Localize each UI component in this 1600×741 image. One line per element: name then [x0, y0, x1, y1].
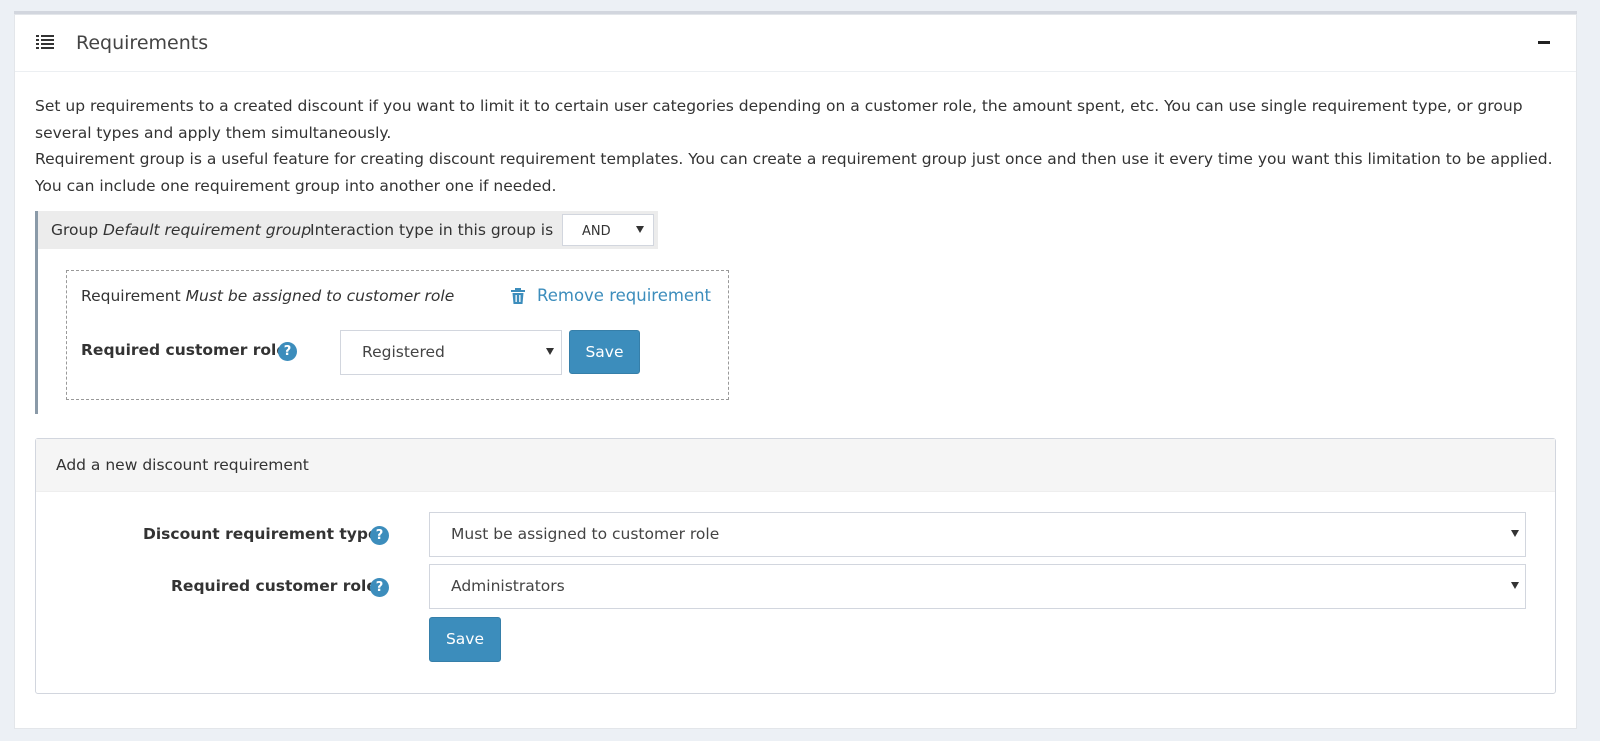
intro-paragraph-2: Requirement group is a useful feature fo…: [35, 150, 1553, 195]
discount-requirement-type-label: Discount requirement type: [143, 525, 379, 543]
requirement-group: Group Default requirement group Interact…: [35, 211, 735, 414]
group-prefix: Group: [51, 221, 99, 239]
interaction-type-select[interactable]: AND: [562, 214, 654, 246]
add-requirement-box: Add a new discount requirement Discount …: [35, 438, 1556, 694]
caret-down-icon: [1511, 582, 1519, 589]
minus-icon[interactable]: [1536, 34, 1552, 50]
requirement-title: Requirement Must be assigned to customer…: [81, 287, 454, 305]
list-icon: [36, 35, 54, 49]
intro-text: Set up requirements to a created discoun…: [35, 93, 1555, 199]
required-customer-role-label: Required customer role: [171, 577, 377, 595]
help-icon[interactable]: ?: [370, 578, 389, 597]
caret-down-icon: [546, 348, 554, 355]
add-requirement-header: Add a new discount requirement: [36, 439, 1555, 492]
requirement-type-select[interactable]: Must be assigned to customer role: [429, 512, 1526, 557]
customer-role-value: Registered: [362, 343, 445, 361]
customer-role-select[interactable]: Registered: [340, 330, 562, 375]
new-customer-role-value: Administrators: [451, 577, 565, 595]
required-customer-role-label: Required customer role: [81, 341, 287, 359]
requirement-type-value: Must be assigned to customer role: [451, 525, 720, 543]
trash-icon[interactable]: [511, 288, 525, 304]
help-icon[interactable]: ?: [370, 526, 389, 545]
intro-paragraph-1: Set up requirements to a created discoun…: [35, 97, 1523, 142]
panel-title: Requirements: [76, 32, 209, 54]
panel-heading[interactable]: Requirements: [15, 15, 1576, 72]
save-requirement-button[interactable]: Save: [569, 330, 640, 374]
new-customer-role-select[interactable]: Administrators: [429, 564, 1526, 609]
caret-down-icon: [636, 226, 644, 233]
requirement-name: Must be assigned to customer role: [185, 287, 455, 305]
requirement-prefix: Requirement: [81, 287, 181, 305]
caret-down-icon: [1511, 530, 1519, 537]
requirement-box: Requirement Must be assigned to customer…: [66, 270, 729, 400]
group-name: Default requirement group: [103, 221, 312, 239]
save-new-requirement-button[interactable]: Save: [429, 617, 501, 662]
group-header: Group Default requirement group Interact…: [38, 211, 658, 249]
interaction-type-value: AND: [582, 224, 611, 239]
remove-requirement-link[interactable]: Remove requirement: [537, 286, 711, 305]
add-requirement-title: Add a new discount requirement: [56, 456, 309, 474]
interaction-type-label: Interaction type in this group is: [310, 221, 554, 239]
requirements-panel: Requirements Set up requirements to a cr…: [14, 14, 1577, 729]
help-icon[interactable]: ?: [278, 342, 297, 361]
